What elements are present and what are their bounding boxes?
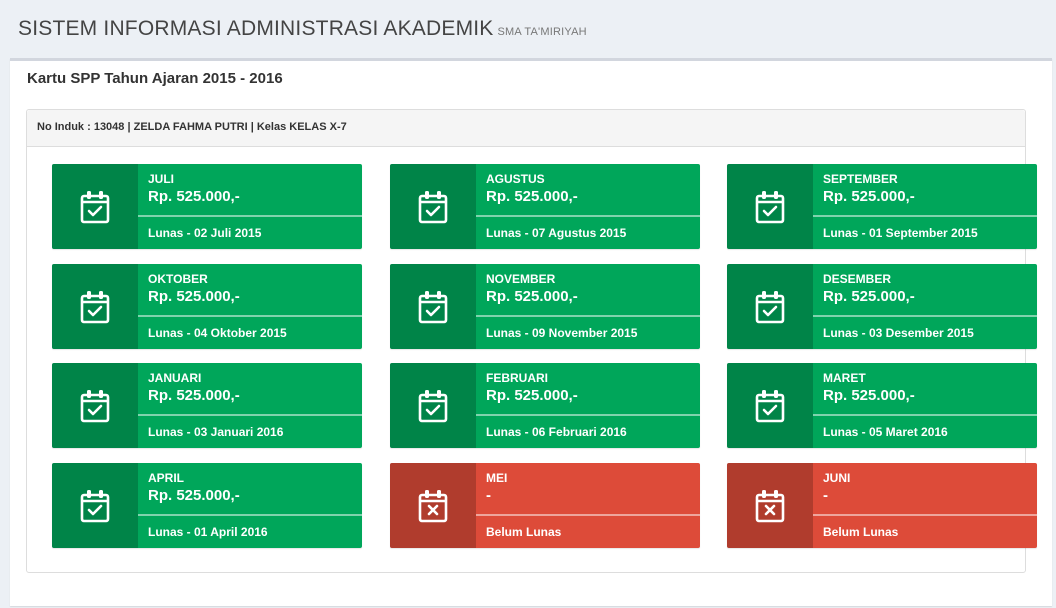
payment-card-april: APRIL Rp. 525.000,- Lunas - 01 April 201… [52,463,362,548]
payment-amount: Rp. 525.000,- [148,387,240,404]
payment-month: JULI [148,172,175,186]
payment-amount: Rp. 525.000,- [823,188,915,205]
progress-divider [138,215,362,217]
payment-status: Lunas - 03 Januari 2016 [148,425,284,439]
payment-amount: Rp. 525.000,- [823,387,915,404]
progress-divider [476,414,700,416]
calendar-check-icon [390,264,476,349]
progress-divider [476,514,700,516]
payment-amount: Rp. 525.000,- [148,288,240,305]
calendar-check-icon [390,363,476,448]
payment-month: AGUSTUS [486,172,545,186]
student-info-heading: No Induk : 13048 | ZELDA FAHMA PUTRI | K… [27,110,1025,147]
payment-status: Lunas - 04 Oktober 2015 [148,326,287,340]
school-name: SMA TA'MIRIYAH [497,26,587,38]
payment-card-januari: JANUARI Rp. 525.000,- Lunas - 03 Januari… [52,363,362,448]
payment-status: Belum Lunas [823,525,899,539]
calendar-check-icon [52,463,138,548]
payment-amount: Rp. 525.000,- [823,288,915,305]
box-title: Kartu SPP Tahun Ajaran 2015 - 2016 [27,70,283,87]
payment-month: APRIL [148,471,184,485]
progress-divider [476,215,700,217]
student-info: No Induk : 13048 | ZELDA FAHMA PUTRI | K… [37,121,347,133]
payment-amount: Rp. 525.000,- [148,487,240,504]
payment-card-juli: JULI Rp. 525.000,- Lunas - 02 Juli 2015 [52,164,362,249]
calendar-check-icon [52,264,138,349]
calendar-check-icon [390,164,476,249]
payment-amount: - [823,487,828,504]
payment-month: MARET [823,371,866,385]
app-title-text: SISTEM INFORMASI ADMINISTRASI AKADEMIK [18,17,494,40]
payment-month: OKTOBER [148,272,208,286]
payment-amount: Rp. 525.000,- [486,288,578,305]
progress-divider [813,215,1037,217]
progress-divider [138,414,362,416]
student-panel: No Induk : 13048 | ZELDA FAHMA PUTRI | K… [26,109,1037,573]
payment-amount: Rp. 525.000,- [486,188,578,205]
progress-divider [138,315,362,317]
payment-month: SEPTEMBER [823,172,898,186]
payment-status: Lunas - 02 Juli 2015 [148,226,262,240]
calendar-times-icon [390,463,476,548]
progress-divider [813,514,1037,516]
calendar-check-icon [52,164,138,249]
calendar-check-icon [727,264,813,349]
payment-status: Lunas - 01 April 2016 [148,525,268,539]
payment-status: Lunas - 03 Desember 2015 [823,326,974,340]
calendar-check-icon [727,164,813,249]
progress-divider [813,414,1037,416]
payment-month: DESEMBER [823,272,892,286]
payment-status: Lunas - 07 Agustus 2015 [486,226,627,240]
payment-card-maret: MARET Rp. 525.000,- Lunas - 05 Maret 201… [727,363,1037,448]
calendar-times-icon [727,463,813,548]
payment-status: Belum Lunas [486,525,562,539]
calendar-check-icon [727,363,813,448]
calendar-check-icon [52,363,138,448]
payment-month: MEI [486,471,508,485]
progress-divider [476,315,700,317]
payment-card-september: SEPTEMBER Rp. 525.000,- Lunas - 01 Septe… [727,164,1037,249]
app-title: SISTEM INFORMASI ADMINISTRASI AKADEMIK SM… [18,17,587,41]
payment-status: Lunas - 01 September 2015 [823,226,978,240]
payment-card-februari: FEBRUARI Rp. 525.000,- Lunas - 06 Februa… [390,363,700,448]
payment-card-mei: MEI - Belum Lunas [390,463,700,548]
progress-divider [138,514,362,516]
payment-status: Lunas - 09 November 2015 [486,326,638,340]
payment-status: Lunas - 05 Maret 2016 [823,425,948,439]
payment-amount: Rp. 525.000,- [148,188,240,205]
payment-month: JUNI [823,471,851,485]
payment-card-november: NOVEMBER Rp. 525.000,- Lunas - 09 Novemb… [390,264,700,349]
payment-card-juni: JUNI - Belum Lunas [727,463,1037,548]
payment-month: FEBRUARI [486,371,548,385]
page-header: SISTEM INFORMASI ADMINISTRASI AKADEMIK SM… [0,0,1056,58]
payment-amount: Rp. 525.000,- [486,387,578,404]
payment-status: Lunas - 06 Februari 2016 [486,425,627,439]
progress-divider [813,315,1037,317]
spp-card-box: Kartu SPP Tahun Ajaran 2015 - 2016 No In… [10,58,1052,606]
payment-amount: - [486,487,491,504]
payment-card-agustus: AGUSTUS Rp. 525.000,- Lunas - 07 Agustus… [390,164,700,249]
payment-month: NOVEMBER [486,272,556,286]
payment-month: JANUARI [148,371,202,385]
payment-card-desember: DESEMBER Rp. 525.000,- Lunas - 03 Desemb… [727,264,1037,349]
payment-card-oktober: OKTOBER Rp. 525.000,- Lunas - 04 Oktober… [52,264,362,349]
